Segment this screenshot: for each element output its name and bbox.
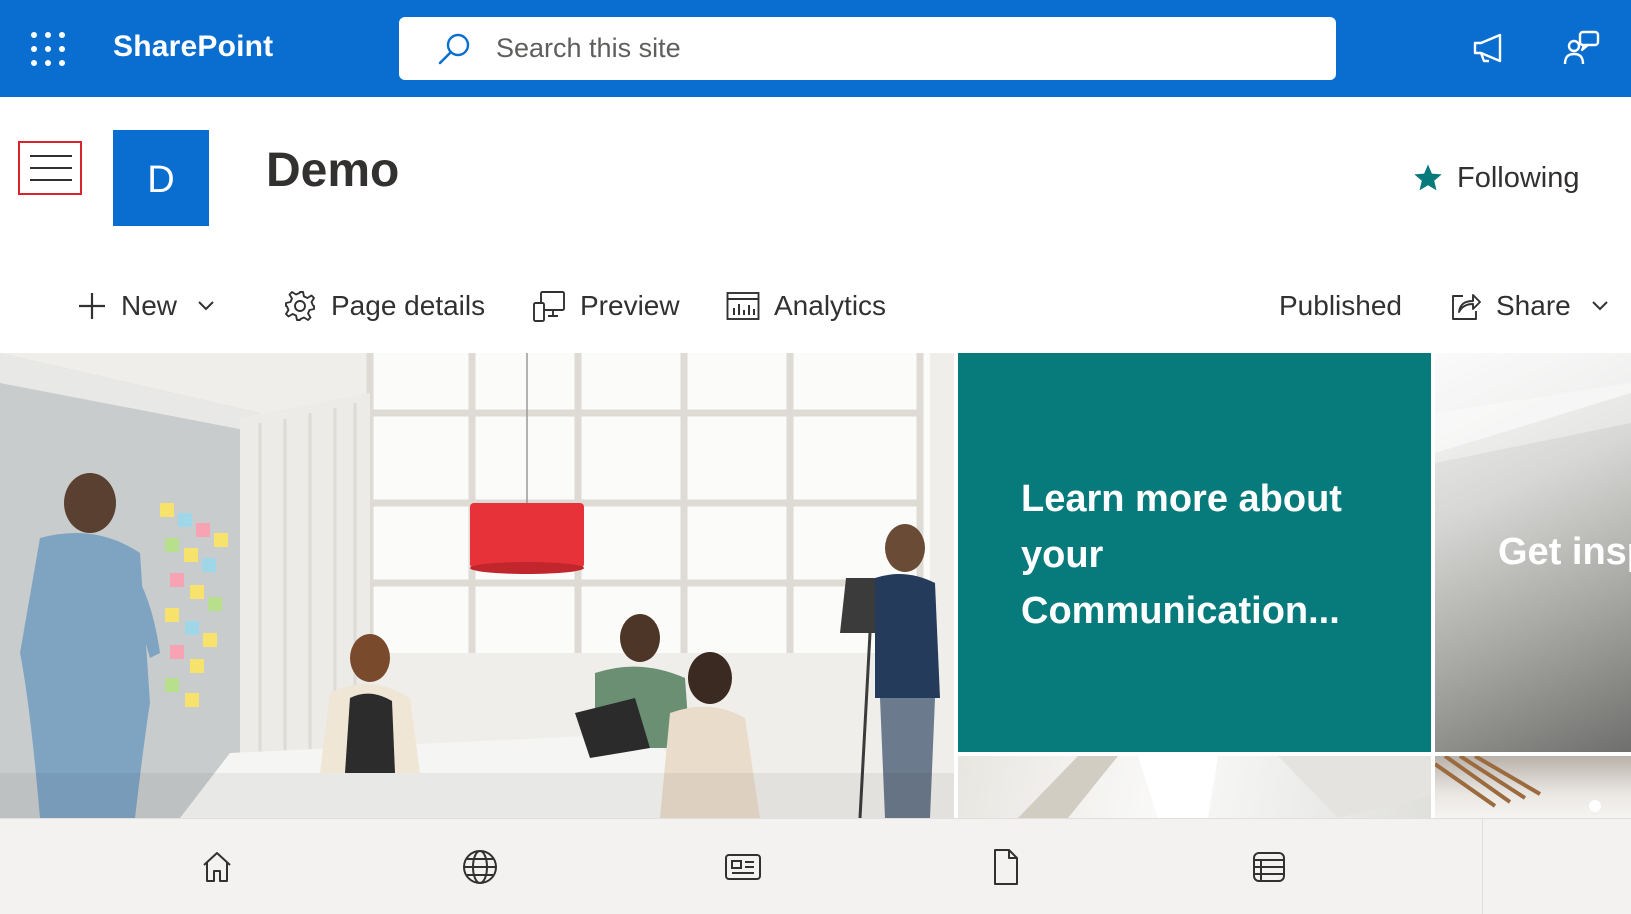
app-launcher-icon[interactable] bbox=[30, 31, 66, 67]
preview-label: Preview bbox=[580, 290, 680, 321]
gear-icon bbox=[283, 289, 317, 323]
search-box[interactable] bbox=[399, 17, 1336, 80]
site-logo[interactable]: D bbox=[113, 130, 209, 226]
nav-menu-button[interactable] bbox=[18, 141, 82, 195]
document-icon[interactable] bbox=[982, 843, 1030, 891]
analytics-label: Analytics bbox=[774, 290, 887, 321]
follow-button[interactable]: Following bbox=[1413, 160, 1580, 196]
hero-tile-communication-site[interactable]: Learn more about your Communication... bbox=[958, 353, 1431, 752]
chat-help-icon[interactable] bbox=[1560, 26, 1604, 70]
hero-tile-title: Learn more about your Communication... bbox=[1021, 478, 1342, 632]
new-button[interactable]: New bbox=[77, 284, 215, 328]
share-button[interactable]: Share bbox=[1450, 284, 1609, 328]
home-icon[interactable] bbox=[193, 843, 241, 891]
hero-tile-bottom-left[interactable] bbox=[958, 756, 1431, 818]
ceiling-photo bbox=[1018, 756, 1431, 818]
analytics-button[interactable]: Analytics bbox=[726, 284, 886, 328]
page-details-button[interactable]: Page details bbox=[283, 284, 485, 328]
follow-label: Following bbox=[1457, 161, 1580, 194]
share-icon bbox=[1450, 290, 1482, 322]
analytics-chart-icon bbox=[726, 291, 760, 321]
ceiling-photo bbox=[1435, 756, 1601, 812]
news-icon[interactable] bbox=[719, 843, 767, 891]
chevron-down-icon bbox=[1591, 300, 1609, 312]
hero-tile-inspiration[interactable]: Get insp the Sha look bo bbox=[1435, 353, 1631, 752]
share-label: Share bbox=[1496, 290, 1571, 321]
mobile-bottom-nav bbox=[0, 818, 1631, 914]
publish-status: Published bbox=[1279, 284, 1402, 328]
publish-status-label: Published bbox=[1279, 290, 1402, 321]
office-meeting-photo bbox=[0, 353, 954, 818]
search-input[interactable] bbox=[496, 17, 1296, 80]
hero-tile-title: Get insp the Sha look bo bbox=[1498, 531, 1631, 573]
page-details-label: Page details bbox=[331, 290, 486, 321]
hero-main-image[interactable] bbox=[0, 353, 954, 818]
site-title[interactable]: Demo bbox=[266, 143, 399, 198]
search-icon bbox=[438, 33, 470, 65]
hero-tile-bottom-right[interactable] bbox=[1435, 756, 1631, 818]
new-label: New bbox=[121, 290, 178, 321]
nav-divider bbox=[1482, 819, 1483, 914]
app-name[interactable]: SharePoint bbox=[113, 30, 273, 64]
globe-icon[interactable] bbox=[456, 843, 504, 891]
add-icon bbox=[77, 291, 107, 321]
megaphone-icon[interactable] bbox=[1467, 26, 1511, 70]
chevron-down-icon bbox=[197, 300, 215, 312]
suite-bar: SharePoint bbox=[0, 0, 1631, 97]
list-icon[interactable] bbox=[1245, 843, 1293, 891]
preview-button[interactable]: Preview bbox=[532, 284, 680, 328]
preview-devices-icon bbox=[532, 289, 566, 323]
star-icon bbox=[1414, 164, 1442, 191]
